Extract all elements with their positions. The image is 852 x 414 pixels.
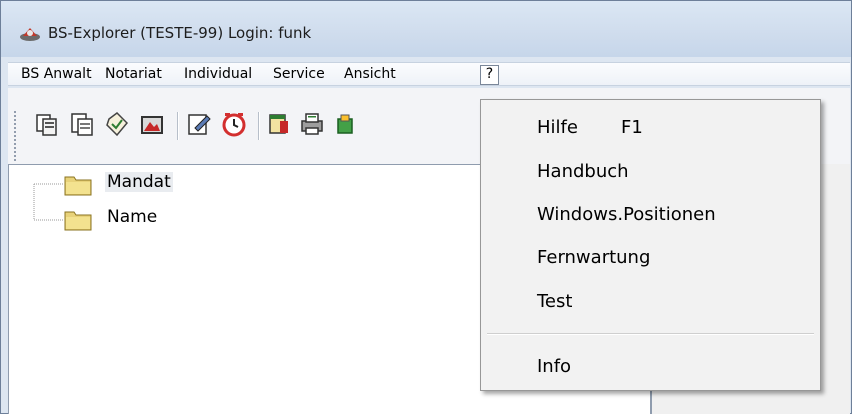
menu-item-windows-positionen[interactable]: Windows.Positionen xyxy=(537,204,716,225)
menu-service[interactable]: Service xyxy=(271,65,327,83)
green-box-icon[interactable] xyxy=(333,111,359,137)
folder-icon xyxy=(64,176,92,196)
copy-documents-icon[interactable] xyxy=(34,111,60,137)
menu-item-test[interactable]: Test xyxy=(537,291,572,312)
window-title: BS-Explorer (TESTE-99) Login: funk xyxy=(48,24,312,42)
calendar-icon[interactable] xyxy=(266,111,292,137)
menu-item-handbuch[interactable]: Handbuch xyxy=(537,161,629,182)
menu-individual[interactable]: Individual xyxy=(182,65,254,83)
tree-connector-lines xyxy=(33,183,64,221)
menu-separator xyxy=(487,333,814,335)
menu-ansicht[interactable]: Ansicht xyxy=(342,65,398,83)
toolbar-grip[interactable] xyxy=(13,110,17,162)
help-dropdown-menu: Hilfe F1 Handbuch Windows.Positionen Fer… xyxy=(480,99,821,391)
menu-notariat[interactable]: Notariat xyxy=(103,65,164,83)
app-icon xyxy=(20,28,40,41)
checklist-icon[interactable] xyxy=(104,111,130,137)
menu-item-info[interactable]: Info xyxy=(537,356,571,377)
tree-item-name[interactable]: Name xyxy=(105,207,159,227)
photo-edit-icon[interactable] xyxy=(139,111,165,137)
folder-icon xyxy=(64,211,92,231)
alarm-clock-icon[interactable] xyxy=(221,111,247,137)
menu-bs-anwalt[interactable]: BS Anwalt xyxy=(19,65,94,83)
menu-item-fernwartung[interactable]: Fernwartung xyxy=(537,247,650,268)
menu-item-hilfe-shortcut: F1 xyxy=(621,117,643,138)
menu-help[interactable]: ? xyxy=(480,65,499,85)
toolbar-separator xyxy=(177,112,178,140)
tree-item-mandat[interactable]: Mandat xyxy=(105,172,173,192)
printer-icon[interactable] xyxy=(299,111,325,137)
toolbar-separator xyxy=(258,112,259,140)
menu-item-hilfe[interactable]: Hilfe xyxy=(537,117,578,138)
document-list-icon[interactable] xyxy=(69,111,95,137)
edit-note-icon[interactable] xyxy=(186,111,212,137)
